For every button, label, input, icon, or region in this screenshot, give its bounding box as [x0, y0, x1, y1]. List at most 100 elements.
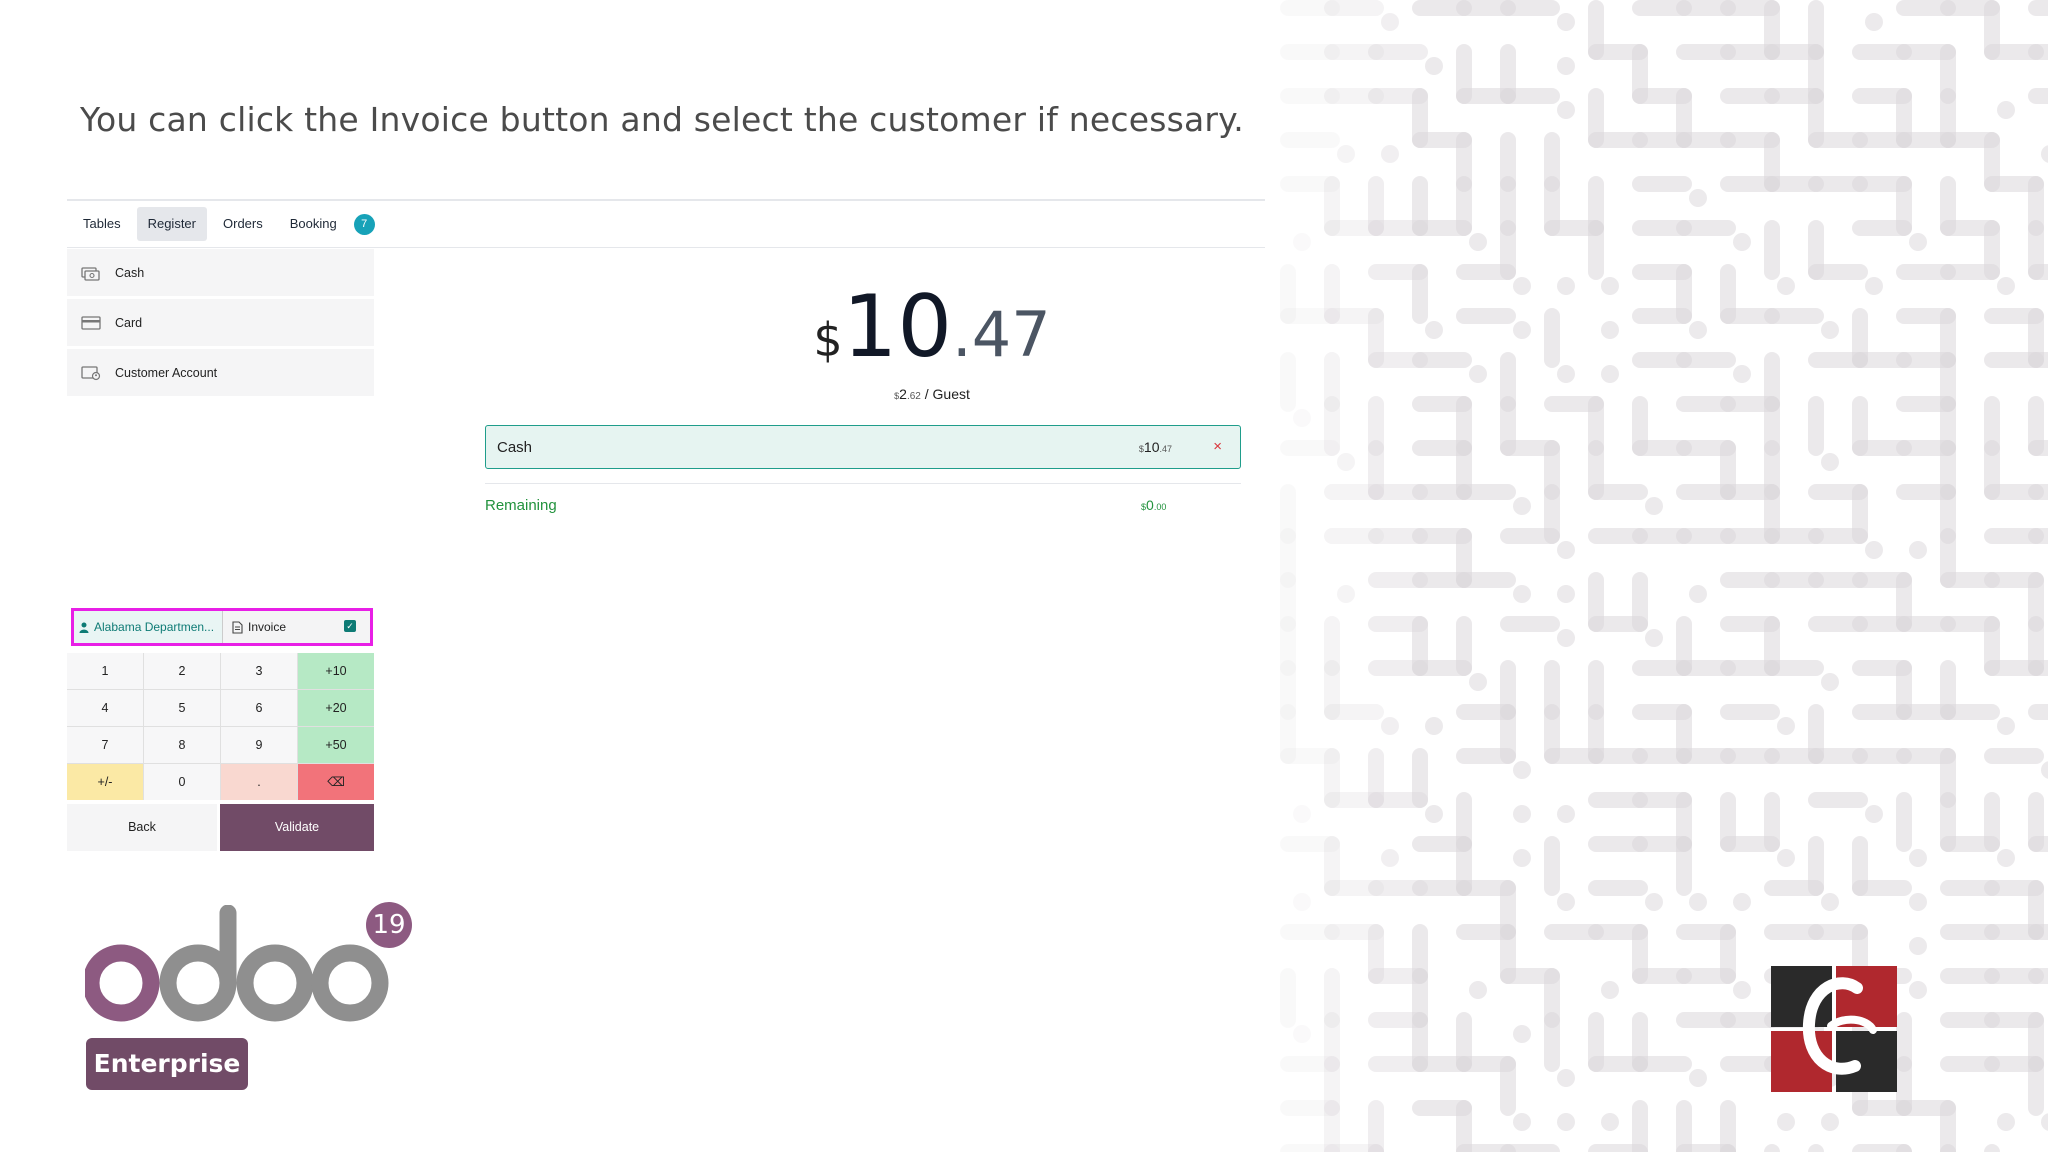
remaining-amount: $0.00 — [1141, 497, 1166, 513]
maze-segment — [1557, 805, 1575, 823]
numpad-key-9[interactable]: 9 — [221, 727, 297, 763]
numpad-key-decimal[interactable]: . — [221, 764, 297, 800]
maze-segment — [1469, 981, 1487, 999]
numpad-key-1[interactable]: 1 — [67, 653, 143, 689]
maze-segment — [1601, 981, 1619, 999]
per-guest-integer: 2 — [899, 386, 907, 402]
numpad-key-6[interactable]: 6 — [221, 690, 297, 726]
numpad-key-7[interactable]: 7 — [67, 727, 143, 763]
payment-methods-list: Cash Card Customer Account — [67, 249, 374, 399]
numpad-key-5[interactable]: 5 — [144, 690, 220, 726]
invoice-button[interactable]: Invoice ✓ — [222, 611, 370, 643]
user-icon — [79, 622, 89, 633]
maze-segment — [1293, 233, 1311, 251]
invoice-checkbox[interactable]: ✓ — [344, 620, 356, 632]
maze-segment — [1997, 717, 2015, 735]
maze-segment — [1293, 893, 1311, 911]
numpad-key-sign[interactable]: +/- — [67, 764, 143, 800]
payment-method-label: Customer Account — [115, 365, 218, 380]
maze-segment — [1777, 849, 1795, 867]
numpad-key-plus20[interactable]: +20 — [298, 690, 374, 726]
maze-segment — [1557, 277, 1575, 295]
maze-segment — [1733, 233, 1751, 251]
maze-segment — [1601, 1113, 1619, 1131]
maze-segment — [1381, 849, 1399, 867]
payment-method-cash[interactable]: Cash — [67, 249, 374, 296]
payment-line-integer: 10 — [1143, 439, 1160, 455]
customer-button[interactable]: Alabama Departmen... — [74, 611, 222, 643]
numpad: 1 2 3 +10 4 5 6 +20 7 8 9 +50 +/- 0 . ⌫ — [67, 653, 374, 800]
payment-method-customer-account[interactable]: Customer Account — [67, 349, 374, 396]
maze-segment — [1425, 805, 1443, 823]
maze-segment — [1601, 365, 1619, 383]
maze-segment — [1513, 585, 1531, 603]
numpad-key-8[interactable]: 8 — [144, 727, 220, 763]
maze-segment — [1821, 673, 1839, 691]
maze-segment — [1425, 717, 1443, 735]
payment-method-label: Cash — [115, 265, 145, 280]
numpad-key-3[interactable]: 3 — [221, 653, 297, 689]
maze-segment — [1513, 497, 1531, 515]
pos-topbar: Tables Register Orders Booking 7 — [67, 201, 1265, 248]
maze-segment — [1909, 893, 1927, 911]
maze-segment — [1293, 409, 1311, 427]
maze-segment — [1997, 277, 2015, 295]
maze-segment — [1293, 805, 1311, 823]
maze-segment — [1469, 365, 1487, 383]
maze-segment — [1645, 893, 1663, 911]
validate-button[interactable]: Validate — [220, 804, 374, 851]
maze-segment — [1337, 453, 1355, 471]
payment-method-card[interactable]: Card — [67, 299, 374, 346]
tab-booking[interactable]: Booking — [279, 207, 348, 241]
back-button[interactable]: Back — [67, 804, 217, 851]
per-guest-amount: $2.62 / Guest — [752, 386, 1112, 402]
payment-line-cents: .47 — [1159, 444, 1172, 454]
maze-segment — [1513, 761, 1531, 779]
maze-segment — [1777, 717, 1795, 735]
maze-segment — [1733, 893, 1751, 911]
odoo-logo — [85, 905, 389, 1022]
payment-line-amount: $10.47 — [1139, 439, 1172, 455]
remaining-integer: 0 — [1146, 497, 1154, 513]
maze-segment — [1821, 321, 1839, 339]
maze-segment — [1425, 57, 1443, 75]
maze-segment — [1997, 101, 2015, 119]
maze-segment — [1557, 365, 1575, 383]
maze-segment — [1997, 849, 2015, 867]
tab-tables[interactable]: Tables — [72, 207, 132, 241]
maze-segment — [1381, 13, 1399, 31]
maze-segment — [1337, 145, 1355, 163]
numpad-key-0[interactable]: 0 — [144, 764, 220, 800]
maze-segment — [2041, 1113, 2048, 1131]
maze-segment — [1469, 233, 1487, 251]
numpad-key-plus10[interactable]: +10 — [298, 653, 374, 689]
edition-label: Enterprise — [86, 1038, 248, 1090]
maze-segment — [1997, 1113, 2015, 1131]
maze-segment — [1513, 1113, 1531, 1131]
maze-segment — [1689, 189, 1707, 207]
numpad-key-2[interactable]: 2 — [144, 653, 220, 689]
numpad-key-plus50[interactable]: +50 — [298, 727, 374, 763]
maze-segment — [1821, 453, 1839, 471]
customer-invoice-highlight: Alabama Departmen... Invoice ✓ — [71, 608, 373, 646]
version-badge: 19 — [366, 902, 412, 948]
maze-segment — [1689, 1069, 1707, 1087]
delete-payment-icon[interactable]: × — [1213, 438, 1222, 455]
numpad-key-4[interactable]: 4 — [67, 690, 143, 726]
maze-segment — [1733, 981, 1751, 999]
maze-segment — [1557, 893, 1575, 911]
tab-orders[interactable]: Orders — [212, 207, 274, 241]
maze-segment — [1337, 585, 1355, 603]
tab-register[interactable]: Register — [136, 207, 207, 241]
maze-segment — [1821, 893, 1839, 911]
maze-segment — [2041, 761, 2048, 779]
maze-segment — [1909, 541, 1927, 559]
maze-segment — [1557, 101, 1575, 119]
total-decimal: .47 — [952, 298, 1051, 371]
remaining-cents: .00 — [1153, 502, 1167, 512]
customer-name: Alabama Departmen... — [94, 620, 215, 634]
maze-segment — [1513, 321, 1531, 339]
maze-segment — [1909, 981, 1927, 999]
payment-line-cash[interactable]: Cash $10.47 × — [485, 425, 1241, 469]
backspace-icon[interactable]: ⌫ — [298, 764, 374, 800]
